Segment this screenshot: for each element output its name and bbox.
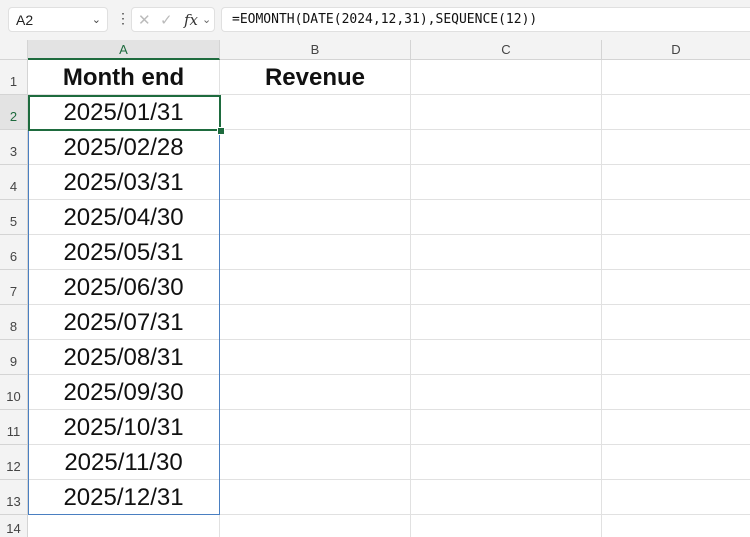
row-header-6[interactable]: 6 xyxy=(0,235,28,270)
cell-d1[interactable] xyxy=(602,60,750,95)
column-header-c[interactable]: C xyxy=(411,40,602,60)
cell-a7[interactable]: 2025/06/30 xyxy=(28,270,220,305)
row-header-4[interactable]: 4 xyxy=(0,165,28,200)
cell-b2[interactable] xyxy=(220,95,411,130)
cell-c3[interactable] xyxy=(411,130,602,165)
cell-c2[interactable] xyxy=(411,95,602,130)
row-header-10[interactable]: 10 xyxy=(0,375,28,410)
formula-buttons: ✕ ✓ fx ⌄ xyxy=(131,7,215,32)
cell-b5[interactable] xyxy=(220,200,411,235)
cell-b9[interactable] xyxy=(220,340,411,375)
row-header-12[interactable]: 12 xyxy=(0,445,28,480)
row-header-9[interactable]: 9 xyxy=(0,340,28,375)
cell-b8[interactable] xyxy=(220,305,411,340)
cell-c13[interactable] xyxy=(411,480,602,515)
cell-b11[interactable] xyxy=(220,410,411,445)
cell-c7[interactable] xyxy=(411,270,602,305)
cell-c9[interactable] xyxy=(411,340,602,375)
row-header-8[interactable]: 8 xyxy=(0,305,28,340)
cell-c5[interactable] xyxy=(411,200,602,235)
row-header-7[interactable]: 7 xyxy=(0,270,28,305)
confirm-icon[interactable]: ✓ xyxy=(160,11,173,29)
cancel-icon[interactable]: ✕ xyxy=(138,11,151,29)
select-all-corner[interactable] xyxy=(0,40,28,60)
cell-d8[interactable] xyxy=(602,305,750,340)
cell-d4[interactable] xyxy=(602,165,750,200)
cell-a4[interactable]: 2025/03/31 xyxy=(28,165,220,200)
cell-a1[interactable]: Month end xyxy=(28,60,220,95)
row-header-2[interactable]: 2 xyxy=(0,95,28,130)
cell-d13[interactable] xyxy=(602,480,750,515)
row-header-3[interactable]: 3 xyxy=(0,130,28,165)
cell-c14[interactable] xyxy=(411,515,602,537)
cell-d10[interactable] xyxy=(602,375,750,410)
row-header-13[interactable]: 13 xyxy=(0,480,28,515)
cell-c4[interactable] xyxy=(411,165,602,200)
column-header-d[interactable]: D xyxy=(602,40,750,60)
cell-b14[interactable] xyxy=(220,515,411,537)
cell-b1[interactable]: Revenue xyxy=(220,60,411,95)
spreadsheet-grid: A B C D 1 Month end Revenue 2 2025/01/31 3 2025/02… xyxy=(0,40,750,537)
cell-a8[interactable]: 2025/07/31 xyxy=(28,305,220,340)
cell-c10[interactable] xyxy=(411,375,602,410)
cell-d12[interactable] xyxy=(602,445,750,480)
cell-c12[interactable] xyxy=(411,445,602,480)
cell-a11[interactable]: 2025/10/31 xyxy=(28,410,220,445)
cell-b7[interactable] xyxy=(220,270,411,305)
cell-d5[interactable] xyxy=(602,200,750,235)
name-box[interactable]: A2 ⌄ xyxy=(8,7,108,32)
cell-b6[interactable] xyxy=(220,235,411,270)
more-options-icon[interactable]: ⋮ xyxy=(116,10,130,27)
cell-b10[interactable] xyxy=(220,375,411,410)
cell-a13[interactable]: 2025/12/31 xyxy=(28,480,220,515)
cell-b3[interactable] xyxy=(220,130,411,165)
cell-b13[interactable] xyxy=(220,480,411,515)
row-header-5[interactable]: 5 xyxy=(0,200,28,235)
cell-c11[interactable] xyxy=(411,410,602,445)
chevron-down-icon[interactable]: ⌄ xyxy=(92,8,101,33)
column-header-a[interactable]: A xyxy=(28,40,220,60)
cell-a14[interactable] xyxy=(28,515,220,537)
cell-d14[interactable] xyxy=(602,515,750,537)
cell-d7[interactable] xyxy=(602,270,750,305)
cell-d9[interactable] xyxy=(602,340,750,375)
cell-c1[interactable] xyxy=(411,60,602,95)
cell-d6[interactable] xyxy=(602,235,750,270)
cell-b12[interactable] xyxy=(220,445,411,480)
chevron-down-icon[interactable]: ⌄ xyxy=(202,13,211,26)
cell-a9[interactable]: 2025/08/31 xyxy=(28,340,220,375)
cell-d2[interactable] xyxy=(602,95,750,130)
cell-a2[interactable]: 2025/01/31 xyxy=(28,95,220,130)
row-header-1[interactable]: 1 xyxy=(0,60,28,95)
cell-b4[interactable] xyxy=(220,165,411,200)
row-header-14[interactable]: 14 xyxy=(0,515,28,537)
formula-bar: A2 ⌄ ⋮ ✕ ✓ fx ⌄ =EOMONTH(DATE(2024,12,31)… xyxy=(0,0,750,40)
column-header-b[interactable]: B xyxy=(220,40,411,60)
cell-d11[interactable] xyxy=(602,410,750,445)
fx-icon[interactable]: fx xyxy=(184,11,198,29)
cell-c8[interactable] xyxy=(411,305,602,340)
cell-a3[interactable]: 2025/02/28 xyxy=(28,130,220,165)
formula-input[interactable]: =EOMONTH(DATE(2024,12,31),SEQUENCE(12)) xyxy=(221,7,750,32)
cell-d3[interactable] xyxy=(602,130,750,165)
name-box-value: A2 xyxy=(16,12,34,28)
cell-a10[interactable]: 2025/09/30 xyxy=(28,375,220,410)
cell-a6[interactable]: 2025/05/31 xyxy=(28,235,220,270)
row-header-11[interactable]: 11 xyxy=(0,410,28,445)
cell-a5[interactable]: 2025/04/30 xyxy=(28,200,220,235)
cell-c6[interactable] xyxy=(411,235,602,270)
cell-a12[interactable]: 2025/11/30 xyxy=(28,445,220,480)
fill-handle[interactable] xyxy=(217,127,225,135)
